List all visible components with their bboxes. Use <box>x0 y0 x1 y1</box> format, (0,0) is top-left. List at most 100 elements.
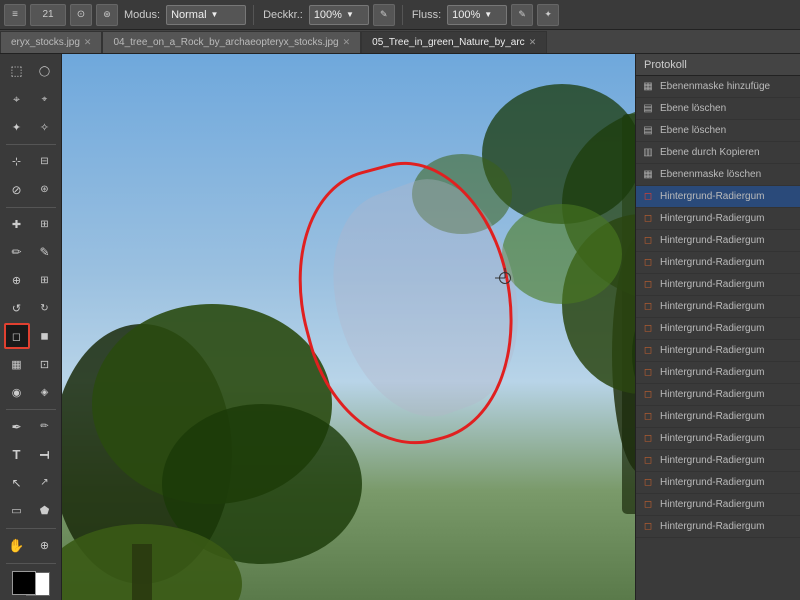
history-icon-12: ◻ <box>640 321 656 337</box>
history-icon-21: ◻ <box>640 519 656 535</box>
history-icon-2: ▤ <box>640 101 656 117</box>
airbrush-icon[interactable]: ⊛ <box>96 4 118 26</box>
tool-marquee-ellipse[interactable]: ◯ <box>32 58 58 84</box>
tool-blur[interactable]: ◉ <box>4 379 30 405</box>
tool-eraser[interactable]: ◻ <box>4 323 30 349</box>
mode-dropdown[interactable]: Normal ▼ <box>166 5 246 25</box>
history-item-6[interactable]: ◻Hintergrund-Radiergum <box>636 186 800 208</box>
tool-sep-4 <box>6 528 56 529</box>
tool-freeform-pen[interactable]: ✏ <box>32 414 58 440</box>
brush-picker-icon[interactable]: ⊙ <box>70 4 92 26</box>
extra-option-icon[interactable]: ✦ <box>537 4 559 26</box>
close-tab-tree-green[interactable]: ✕ <box>529 37 537 48</box>
tool-lasso[interactable]: ⌖ <box>4 86 30 112</box>
panel-header: Protokoll <box>636 54 800 76</box>
history-item-7[interactable]: ◻ Hintergrund-Radiergum <box>636 208 800 230</box>
brush-size-display[interactable]: 21 <box>30 4 66 26</box>
history-item-2[interactable]: ▤ Ebene löschen <box>636 98 800 120</box>
tool-shape[interactable]: ▭ <box>4 498 30 524</box>
tool-row-4: ⊹ ⊟ <box>4 149 58 175</box>
history-item-19[interactable]: ◻Hintergrund-Radiergum <box>636 472 800 494</box>
canvas-area[interactable] <box>62 54 635 600</box>
history-label-20: Hintergrund-Radiergum <box>660 499 765 510</box>
tool-history-brush[interactable]: ↺ <box>4 295 30 321</box>
tool-type-vert[interactable]: T <box>32 442 58 468</box>
history-icon-7: ◻ <box>640 211 656 227</box>
history-item-13[interactable]: ◻Hintergrund-Radiergum <box>636 340 800 362</box>
tool-pen[interactable]: ✒ <box>4 414 30 440</box>
tool-color-sample[interactable]: ⊛ <box>32 177 58 203</box>
close-tab-eryx[interactable]: ✕ <box>84 37 92 48</box>
opacity-dropdown[interactable]: 100% ▼ <box>309 5 369 25</box>
history-item-16[interactable]: ◻Hintergrund-Radiergum <box>636 406 800 428</box>
tool-paint-bucket[interactable]: ⊡ <box>32 351 58 377</box>
history-item-11[interactable]: ◻ Hintergrund-Radiergum <box>636 296 800 318</box>
tool-direct-select[interactable]: ↗ <box>32 470 58 496</box>
tool-zoom[interactable]: ⊕ <box>32 533 58 559</box>
history-item-9[interactable]: ◻Hintergrund-Radiergum <box>636 252 800 274</box>
history-item-1[interactable]: ▦Ebenenmaske hinzufüge <box>636 76 800 98</box>
history-list[interactable]: ▦Ebenenmaske hinzufüge ▤ Ebene löschen ▤ Ebe… <box>636 76 800 600</box>
history-item-4[interactable]: ▥Ebene durch Kopieren <box>636 142 800 164</box>
tool-art-history[interactable]: ↻ <box>32 295 58 321</box>
tablet-pressure-opacity-icon[interactable]: ✎ <box>373 4 395 26</box>
tool-eyedropper[interactable]: ⊘ <box>4 177 30 203</box>
tool-bg-eraser[interactable]: ◼ <box>32 323 58 349</box>
tool-hand[interactable]: ✋ <box>4 533 30 559</box>
close-tab-tree-rock[interactable]: ✕ <box>343 37 351 48</box>
tool-lasso-poly[interactable]: ⌖ <box>32 86 58 112</box>
history-label-1: Ebenenmaske hinzufüge <box>660 81 770 92</box>
tool-quick-select[interactable]: ✦ <box>4 114 30 140</box>
history-label-6: Hintergrund-Radiergum <box>660 191 765 202</box>
tablet-pressure-flow-icon[interactable]: ✎ <box>511 4 533 26</box>
tool-patch[interactable]: ⊞ <box>32 211 58 237</box>
history-icon-4: ▥ <box>640 145 656 161</box>
history-item-3[interactable]: ▤ Ebene löschen <box>636 120 800 142</box>
color-swatches[interactable] <box>12 571 50 596</box>
tool-spot-heal[interactable]: ✚ <box>4 211 30 237</box>
tab-tree-green[interactable]: 05_Tree_in_green_Nature_by_arc ✕ <box>361 31 547 53</box>
foreground-color-swatch[interactable] <box>12 571 36 595</box>
tab-tree-rock[interactable]: 04_tree_on_a_Rock_by_archaeopteryx_stock… <box>102 31 361 53</box>
tool-sep-1 <box>6 144 56 145</box>
left-toolbar: ⬚ ◯ ⌖ ⌖ ✦ ✧ ⊹ ⊟ ⊘ ⊛ ✚ ⊞ ✏ ✎ ⊕ <box>0 54 62 600</box>
tool-pattern-stamp[interactable]: ⊞ <box>32 267 58 293</box>
history-item-17[interactable]: ◻Hintergrund-Radiergum <box>636 428 800 450</box>
tool-custom-shape[interactable]: ⬟ <box>32 498 58 524</box>
tool-pencil[interactable]: ✎ <box>32 239 58 265</box>
menu-icon[interactable]: ≡ <box>4 4 26 26</box>
tool-marquee-rect[interactable]: ⬚ <box>4 58 30 84</box>
history-item-21[interactable]: ◻Hintergrund-Radiergum <box>636 516 800 538</box>
tool-row-10: ◻ ◼ <box>4 323 58 349</box>
history-item-14[interactable]: ◻Hintergrund-Radiergum <box>636 362 800 384</box>
tool-row-14: T T <box>4 442 58 468</box>
tool-type[interactable]: T <box>4 442 30 468</box>
tool-brush[interactable]: ✏ <box>4 239 30 265</box>
history-item-12[interactable]: ◻Hintergrund-Radiergum <box>636 318 800 340</box>
tool-path-select[interactable]: ↖ <box>4 470 30 496</box>
history-icon-11: ◻ <box>640 299 656 315</box>
tool-sep-3 <box>6 409 56 410</box>
tool-magic-wand[interactable]: ✧ <box>32 114 58 140</box>
history-item-8[interactable]: ◻Hintergrund-Radiergum <box>636 230 800 252</box>
cursor-indicator <box>499 272 511 284</box>
history-item-18[interactable]: ◻Hintergrund-Radiergum <box>636 450 800 472</box>
history-item-15[interactable]: ◻Hintergrund-Radiergum <box>636 384 800 406</box>
tool-clone-stamp[interactable]: ⊕ <box>4 267 30 293</box>
history-label-7: Hintergrund-Radiergum <box>660 213 765 224</box>
tool-crop[interactable]: ⊹ <box>4 149 30 175</box>
history-icon-3: ▤ <box>640 123 656 139</box>
tool-gradient[interactable]: ▦ <box>4 351 30 377</box>
flow-dropdown[interactable]: 100% ▼ <box>447 5 507 25</box>
history-item-20[interactable]: ◻Hintergrund-Radiergum <box>636 494 800 516</box>
history-label-3: Ebene löschen <box>660 125 726 136</box>
main-area: ⬚ ◯ ⌖ ⌖ ✦ ✧ ⊹ ⊟ ⊘ ⊛ ✚ ⊞ ✏ ✎ ⊕ <box>0 54 800 600</box>
history-item-10[interactable]: ◻Hintergrund-Radiergum <box>636 274 800 296</box>
tool-slice[interactable]: ⊟ <box>32 149 58 175</box>
history-label-2: Ebene löschen <box>660 103 726 114</box>
tool-sharpen[interactable]: ◈ <box>32 379 58 405</box>
history-label-11: Hintergrund-Radiergum <box>660 301 765 312</box>
history-item-5[interactable]: ▦Ebenenmaske löschen <box>636 164 800 186</box>
tab-bar: eryx_stocks.jpg ✕ 04_tree_on_a_Rock_by_a… <box>0 30 800 54</box>
tab-eryx[interactable]: eryx_stocks.jpg ✕ <box>0 31 102 53</box>
